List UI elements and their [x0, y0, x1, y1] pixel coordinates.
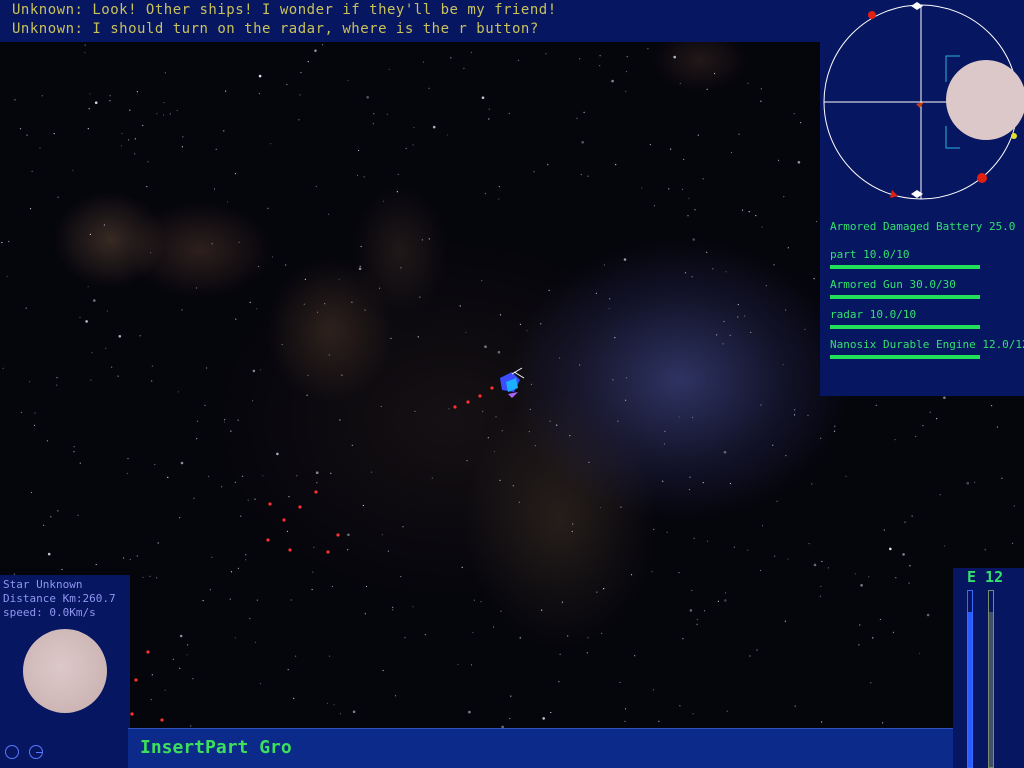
status-label: part 10.0/10 [830, 248, 910, 261]
trail-dot [314, 490, 318, 494]
health-bar [830, 295, 980, 299]
radar-contact-icon [1011, 133, 1017, 139]
radar-contact-icon [890, 190, 898, 198]
command-text: InsertPart Gro [140, 737, 292, 758]
zoom-toggle-icon[interactable] [29, 745, 43, 759]
player-ship-icon [500, 367, 525, 398]
target-planet-icon [23, 629, 107, 713]
trail-dot [453, 405, 457, 409]
status-label: Nanosix Durable Engine 12.0/12 [830, 338, 1024, 351]
trail-dot [298, 505, 302, 509]
trail-dot [268, 502, 272, 506]
trail-dot [130, 712, 134, 716]
thruster-trail [130, 386, 494, 722]
trail-dot [288, 548, 292, 552]
status-row: part 10.0/10 [830, 248, 1024, 269]
radar-contact-icon [977, 173, 987, 183]
target-name: Star Unknown [3, 578, 83, 591]
health-bar [830, 265, 980, 269]
status-row: Armored Gun 30.0/30 [830, 278, 1024, 299]
trail-dot [160, 718, 164, 722]
message-line-1: Unknown: Look! Other ships! I wonder if … [12, 2, 557, 18]
energy-gauge-right [988, 590, 994, 768]
radar-display [823, 2, 1024, 200]
trail-dot [490, 386, 494, 390]
energy-panel: E 12 [953, 568, 1024, 768]
health-bar [830, 325, 980, 329]
radar-panel[interactable] [820, 0, 1024, 200]
target-distance: Distance Km:260.7 [3, 592, 116, 605]
status-label: radar 10.0/10 [830, 308, 917, 321]
health-bar [830, 355, 980, 359]
status-label: Armored Damaged Battery 25.0 [830, 220, 1016, 233]
target-info-panel: Star Unknown Distance Km:260.7 speed: 0.… [0, 575, 130, 768]
status-row: radar 10.0/10 [830, 308, 1024, 329]
trail-dot [266, 538, 270, 542]
radar-contact-icon [916, 102, 924, 108]
radar-contact-icon [868, 11, 876, 19]
status-label: Armored Gun 30.0/30 [830, 278, 956, 291]
view-toggle-icon[interactable] [5, 745, 19, 759]
ship-status-panel: Armored Damaged Battery 25.0 part 10.0/1… [820, 200, 1024, 396]
message-line-2: Unknown: I should turn on the radar, whe… [12, 21, 539, 37]
trail-dot [326, 550, 330, 554]
trail-dot [146, 650, 150, 654]
status-row: Armored Damaged Battery 25.0 [830, 220, 1024, 233]
status-row: Nanosix Durable Engine 12.0/12 [830, 338, 1024, 359]
radar-planet-icon [946, 60, 1024, 140]
trail-dot [282, 518, 286, 522]
command-bar[interactable]: InsertPart Gro [128, 728, 953, 768]
energy-label: E 12 [967, 568, 1004, 586]
trail-dot [336, 533, 340, 537]
trail-dot [134, 678, 138, 682]
trail-dot [478, 394, 482, 398]
message-log: Unknown: Look! Other ships! I wonder if … [0, 0, 820, 42]
target-speed: speed: 0.0Km/s [3, 606, 96, 619]
energy-gauge-left [967, 590, 973, 768]
trail-dot [466, 400, 470, 404]
